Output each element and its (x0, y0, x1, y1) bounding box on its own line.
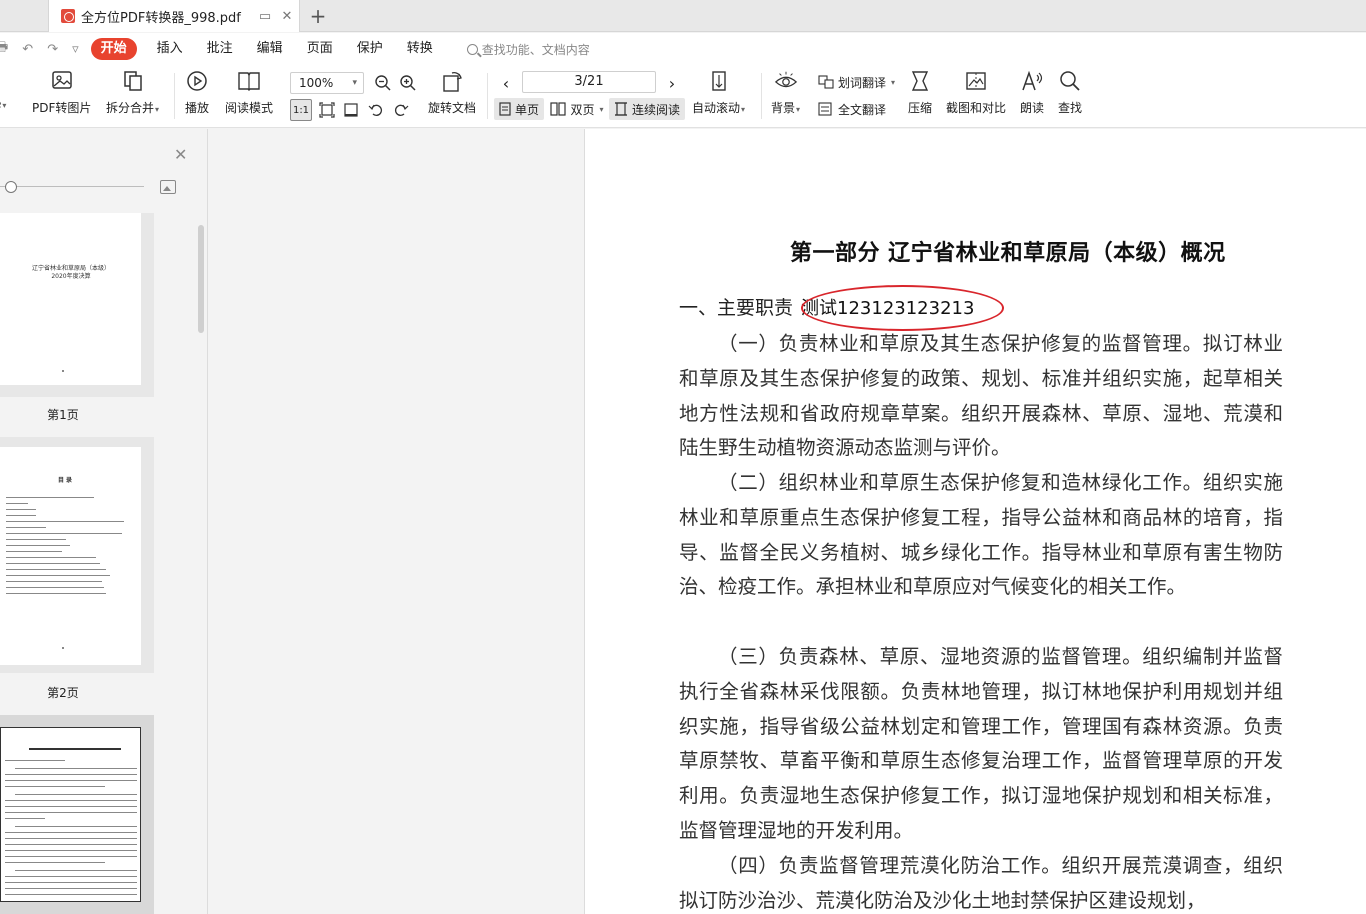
search-icon (466, 43, 478, 55)
compress-icon (908, 69, 932, 93)
document-translate-icon (818, 102, 832, 116)
zoom-select[interactable]: 100% ▾ (290, 72, 364, 94)
rotate-left-icon[interactable] (366, 99, 386, 121)
prev-page-icon[interactable]: ‹ (498, 72, 514, 94)
menu-edit[interactable]: 编辑 (245, 38, 295, 60)
feature-search[interactable]: 查找功能、文档内容 (466, 41, 590, 58)
tab-close-icon[interactable]: ✕ (277, 6, 297, 26)
image-icon[interactable] (160, 180, 176, 194)
auto-scroll-button[interactable]: 自动滚动▾ (692, 69, 745, 116)
single-page-icon (499, 102, 511, 116)
print-icon[interactable]: 🖶 (0, 38, 8, 60)
paragraph: （二）组织林业和草原生态保护修复和造林绿化工作。组织实施林业和草原重点生态保护修… (679, 471, 1283, 599)
thumbnail-caption: 第1页 (47, 408, 79, 422)
menu-page[interactable]: 页面 (295, 38, 345, 60)
pdf-to-image-button[interactable]: PDF转图片 (32, 69, 91, 116)
new-tab-icon[interactable]: + (306, 4, 330, 28)
close-icon[interactable]: ✕ (174, 145, 187, 164)
menu-annotate[interactable]: 批注 (195, 38, 245, 60)
pdf-page[interactable]: 第一部分 辽宁省林业和草原局（本级）概况 一、主要职责 测试12312312321… (584, 129, 1366, 914)
document-viewport[interactable]: 第一部分 辽宁省林业和草原局（本级）概况 一、主要职责 测试12312312321… (209, 129, 1366, 914)
play-icon (185, 69, 209, 93)
screenshot-compare-button[interactable]: 截图和对比 (946, 69, 1006, 116)
thumbnail-page-2[interactable]: 目 录 (0, 437, 154, 673)
single-page-button[interactable]: 单页 (494, 98, 544, 120)
split-merge-icon (121, 69, 145, 93)
menu-convert[interactable]: 转换 (395, 38, 445, 60)
menu-protect[interactable]: 保护 (345, 38, 395, 60)
sidebar-scrollbar[interactable] (198, 225, 204, 333)
reading-mode-button[interactable]: 阅读模式 (225, 69, 273, 116)
quick-access: 🖶 ↶ ↷ ▿ (0, 38, 79, 60)
section-heading-text: 一、主要职责 (679, 297, 794, 319)
continuous-icon (614, 102, 627, 116)
search-placeholder: 查找功能、文档内容 (481, 42, 590, 57)
book-icon (237, 69, 261, 93)
partial-tool[interactable]: e▾ (0, 97, 6, 111)
rotate-document-icon (440, 69, 464, 93)
chevron-down-icon: ▾ (352, 78, 357, 88)
thumbnail-sidebar: ✕ 辽宁省林业和草原局（本级） 2020年度决算 第1页 目 录 第2页 (0, 129, 208, 914)
translate-icon (818, 75, 834, 89)
continuous-read-button[interactable]: 连续阅读 (609, 98, 685, 120)
paragraph: （四）负责监督管理荒漠化防治工作。组织开展荒漠调查，组织拟订防沙治沙、荒漠化防治… (679, 854, 1283, 912)
zoom-out-icon[interactable] (373, 72, 393, 94)
paragraph: （三）负责森林、草原、湿地资源的监督管理。组织编制并监督执行全省森林采伐限额。负… (679, 645, 1283, 842)
customize-chevron-icon[interactable]: ▿ (72, 42, 79, 57)
redo-icon[interactable]: ↷ (47, 42, 58, 57)
paragraph: （一）负责林业和草原及其生态保护修复的监督管理。拟订林业和草原及其生态保护修复的… (679, 332, 1283, 460)
menu-start[interactable]: 开始 (90, 38, 137, 60)
double-page-icon (550, 102, 567, 116)
double-page-button[interactable]: 双页 ▾ (548, 98, 606, 120)
read-aloud-button[interactable]: 朗读 (1020, 69, 1044, 116)
find-button[interactable]: 查找 (1058, 69, 1082, 116)
document-title: 第一部分 辽宁省林业和草原局（本级）概况 (790, 240, 1226, 266)
thumbnail-caption: 第2页 (47, 686, 79, 700)
menu-insert[interactable]: 插入 (145, 38, 195, 60)
split-merge-button[interactable]: 拆分合并▾ (106, 69, 159, 116)
background-button[interactable]: 背景▾ (771, 69, 800, 116)
tab-restore-icon[interactable]: ▭ (255, 6, 275, 26)
screenshot-icon (964, 69, 988, 93)
fit-page-icon[interactable] (317, 99, 337, 121)
eye-icon (774, 69, 798, 93)
rotate-right-icon[interactable] (391, 99, 411, 121)
rotate-document-button[interactable]: 旋转文档 (428, 69, 476, 116)
compress-button[interactable]: 压缩 (908, 69, 932, 116)
tab-bar: 全方位PDF转换器_998.pdf ▭ ✕ + (0, 0, 1366, 32)
word-translate-button[interactable]: 划词翻译 ▾ (818, 71, 900, 93)
menu-bar: 🖶 ↶ ↷ ▿ 开始 插入 批注 编辑 页面 保护 转换 查找功能、文档内容 (0, 33, 1366, 65)
pdf-file-icon (61, 9, 75, 23)
undo-icon[interactable]: ↶ (22, 42, 33, 57)
fit-width-icon[interactable] (341, 99, 361, 121)
next-page-icon[interactable]: › (664, 72, 680, 94)
image-convert-icon (50, 69, 74, 93)
thumb-toc-heading: 目 录 (57, 477, 73, 484)
document-tab[interactable]: 全方位PDF转换器_998.pdf ▭ ✕ (48, 0, 300, 32)
auto-scroll-icon (707, 69, 731, 93)
thumb-title-line: 辽宁省林业和草原局（本级） (31, 265, 110, 272)
full-translate-button[interactable]: 全文翻译 (818, 98, 894, 120)
thumbnail-page-1[interactable]: 辽宁省林业和草原局（本级） 2020年度决算 (0, 213, 154, 397)
page-number-input[interactable]: 3/21 (522, 71, 656, 93)
toolbar: e▾ PDF转图片 拆分合并▾ 播放 阅读模式 100% ▾ 1:1 (0, 65, 1366, 128)
play-button[interactable]: 播放 (185, 69, 209, 116)
slider-knob[interactable] (5, 181, 17, 193)
thumb-title-line: 2020年度决算 (51, 273, 91, 280)
thumbnail-page-3[interactable] (0, 715, 154, 914)
speaker-a-icon (1020, 69, 1044, 93)
annotation-ellipse[interactable] (801, 285, 1004, 331)
actual-size-button[interactable]: 1:1 (290, 99, 312, 121)
zoom-in-icon[interactable] (398, 72, 418, 94)
thumbnail-size-slider[interactable] (0, 186, 144, 187)
tab-title: 全方位PDF转换器_998.pdf (81, 10, 241, 26)
magnifier-icon (1058, 69, 1082, 93)
